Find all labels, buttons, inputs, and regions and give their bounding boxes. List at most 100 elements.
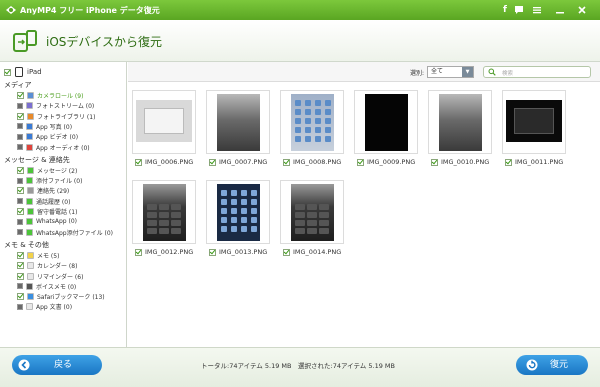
item-checkbox-checked[interactable]: [17, 272, 24, 280]
sidebar-item[interactable]: Safariブックマーク (13): [17, 292, 105, 301]
sidebar-item-label: カメラロール (9): [37, 93, 84, 100]
search-input[interactable]: 検索: [483, 66, 591, 78]
facebook-icon[interactable]: f: [498, 3, 512, 17]
screen-tile: [171, 220, 181, 226]
menu-icon[interactable]: [530, 3, 544, 17]
thumbnail-checkbox[interactable]: [431, 158, 438, 166]
screen-tile: [305, 136, 311, 142]
sidebar-item-label: 留守番電話 (1): [37, 209, 78, 216]
thumbnail-checkbox[interactable]: [357, 158, 364, 166]
sidebar-item-label: App 写真 (0): [36, 123, 73, 131]
thumbnail-checkbox[interactable]: [283, 248, 290, 256]
item-checkbox-partial[interactable]: [17, 177, 23, 184]
screen-tile: [307, 228, 317, 234]
category-icon: [26, 143, 33, 151]
thumbnail-checkbox[interactable]: [135, 248, 142, 256]
thumbnail-caption: IMG_0007.PNG: [209, 158, 267, 166]
sidebar-item[interactable]: WhatsApp (0): [17, 217, 77, 226]
item-checkbox-checked[interactable]: [17, 166, 24, 174]
thumbnail-checkbox[interactable]: [135, 158, 142, 166]
filter-select[interactable]: 全て ▼: [427, 66, 474, 78]
minimize-icon[interactable]: [553, 3, 567, 17]
sidebar-item[interactable]: リマインダー (6): [17, 272, 83, 281]
thumbnail-frame[interactable]: [428, 90, 492, 154]
screen-tile: [171, 228, 181, 234]
device-name: iPad: [27, 68, 42, 76]
recover-button[interactable]: 復元: [516, 355, 588, 375]
device-checkbox[interactable]: [4, 68, 11, 76]
thumbnail-checkbox[interactable]: [505, 158, 512, 166]
sidebar-item[interactable]: メモ (5): [17, 251, 59, 260]
item-checkbox-partial[interactable]: [17, 144, 23, 150]
sidebar-item[interactable]: カメラロール (9): [17, 91, 83, 100]
screen-tile: [241, 199, 247, 205]
sidebar-item[interactable]: 添付ファイル (0): [17, 176, 82, 185]
item-checkbox-partial[interactable]: [17, 229, 23, 236]
ipad-icon: [15, 67, 23, 77]
screen-tile: [305, 118, 311, 124]
sidebar-item[interactable]: ボイスメモ (0): [17, 282, 76, 291]
category-icon: [27, 208, 34, 215]
sidebar-item[interactable]: フォトライブラリ (1): [17, 112, 95, 121]
item-checkbox-checked[interactable]: [17, 293, 24, 301]
screen-tile: [147, 228, 157, 234]
sidebar-item[interactable]: App ビデオ (0): [17, 132, 78, 141]
sidebar-category-label: メモ & その他: [4, 240, 49, 249]
back-button[interactable]: 戻る: [12, 355, 102, 375]
item-checkbox-checked[interactable]: [17, 187, 24, 195]
sidebar-item[interactable]: App 写真 (0): [17, 122, 72, 131]
item-checkbox-checked[interactable]: [17, 262, 24, 270]
thumbnail-frame[interactable]: [132, 90, 196, 154]
item-checkbox-checked[interactable]: [17, 251, 24, 259]
screen-tile: [325, 127, 331, 133]
thumbnail-frame[interactable]: [280, 180, 344, 244]
thumbnail-frame[interactable]: [132, 180, 196, 244]
thumbnail-frame[interactable]: [206, 180, 270, 244]
sidebar-item[interactable]: App オーディオ (0): [17, 143, 90, 152]
sidebar-item[interactable]: WhatsApp添付ファイル (0): [17, 228, 113, 237]
item-checkbox-checked[interactable]: [17, 208, 24, 215]
thumbnail-checkbox[interactable]: [283, 158, 290, 166]
thumbnail-filename: IMG_0011.PNG: [515, 158, 564, 166]
thumbnail-checkbox[interactable]: [209, 248, 216, 256]
sidebar-item[interactable]: カレンダー (8): [17, 261, 77, 270]
thumbnail-frame[interactable]: [502, 90, 566, 154]
category-icon: [27, 112, 34, 120]
device-row[interactable]: iPad: [4, 67, 42, 77]
item-checkbox-partial[interactable]: [17, 133, 23, 140]
thumbnail-filename: IMG_0009.PNG: [367, 158, 416, 166]
sidebar-item-label: フォトストリーム (0): [36, 103, 95, 111]
chat-icon[interactable]: [512, 3, 526, 17]
thumbnail-checkbox[interactable]: [209, 158, 216, 166]
sidebar-item[interactable]: 通話履歴 (0): [17, 197, 70, 206]
thumbnail-frame[interactable]: [280, 90, 344, 154]
category-icon: [26, 303, 33, 311]
category-icon: [27, 262, 34, 270]
sidebar-item-label: App ビデオ (0): [36, 134, 79, 142]
item-checkbox-checked[interactable]: [17, 92, 24, 99]
screen-tile: [221, 217, 227, 223]
item-checkbox-partial[interactable]: [17, 198, 23, 205]
sidebar-item-label: フォトライブラリ (1): [37, 113, 96, 121]
thumbnail-filename: IMG_0008.PNG: [293, 158, 342, 166]
sidebar-item[interactable]: 連絡先 (29): [17, 186, 69, 195]
item-checkbox-partial[interactable]: [17, 218, 23, 225]
thumbnail-frame[interactable]: [354, 90, 418, 154]
chevron-down-icon[interactable]: ▼: [462, 67, 473, 77]
sidebar-item[interactable]: App 文書 (0): [17, 302, 72, 311]
sidebar-item[interactable]: 留守番電話 (1): [17, 207, 77, 216]
thumbnail-caption: IMG_0008.PNG: [283, 158, 341, 166]
sidebar-item[interactable]: メッセージ (2): [17, 166, 77, 175]
item-checkbox-checked[interactable]: [17, 112, 24, 120]
category-icon: [26, 102, 33, 110]
screen-tile: [295, 220, 305, 226]
item-checkbox-partial[interactable]: [17, 283, 23, 290]
screen-tile: [221, 226, 227, 232]
item-checkbox-partial[interactable]: [17, 102, 23, 109]
thumbnail-image: [217, 184, 260, 241]
sidebar-item[interactable]: フォトストリーム (0): [17, 101, 94, 110]
item-checkbox-partial[interactable]: [17, 303, 23, 310]
item-checkbox-partial[interactable]: [17, 123, 23, 130]
thumbnail-frame[interactable]: [206, 90, 270, 154]
close-icon[interactable]: [575, 3, 589, 17]
